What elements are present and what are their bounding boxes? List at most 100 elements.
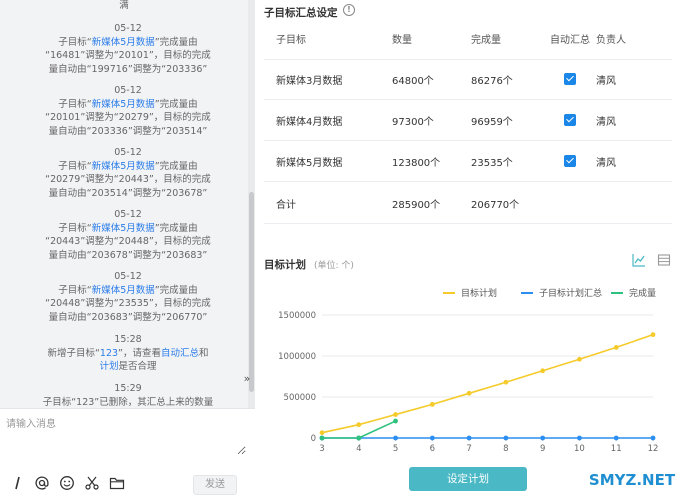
cell-qty: 64800个 [392,76,434,87]
entry-text: 子目标“ [58,98,92,110]
feed-entry: 05-12 子目标“新媒体5月数据”完成量由 “20279”调整为“20443”，目… [28,146,228,200]
entry-text: 子目标“123”已删除，其汇总上来的数量 [42,396,214,408]
plan-line-chart: 0 500000 1000000 1500000 3 4 5 6 7 8 9 10 11 12 [278,311,659,454]
table-row: 新媒体5月数据 123800个 23535个 清风 [264,141,672,182]
feed-entry-new-subgoal: 15:28 新增子目标“123”，请查看自动汇总和 计划是否合理 [28,333,228,374]
entry-text: 子目标“ [58,222,92,234]
entry-text: 量自动由“203683”调整为“206770” [48,311,208,323]
emoji-icon[interactable] [59,475,75,491]
entry-text: ”完成量由 [154,222,198,234]
cell-subgoal: 新媒体4月数据 [276,117,343,128]
entry-text: “20101”调整为“20279”，目标的完成 [45,112,211,123]
entry-text: “20448”调整为“23535”，目标的完成 [45,298,211,309]
entry-text: 量自动由“203678”调整为“203683” [48,249,208,261]
entry-text: ”完成量由 [154,284,198,296]
line-chart-view-icon[interactable] [632,253,646,267]
col-done: 完成量 [471,35,501,46]
series-point-0 [393,412,398,417]
legend-item[interactable]: 子目标计划汇总 [521,286,602,299]
auto-sum-checkbox[interactable] [564,73,576,85]
table-total-row: 合计 285900个 206770个 [264,182,672,224]
subgoal-link[interactable]: 新媒体5月数据 [92,99,155,110]
set-plan-button[interactable]: 设定计划 [409,467,527,491]
entry-text: “20279”调整为“20443”，目标的完成 [45,174,211,185]
cell-qty: 97300个 [392,117,434,128]
cell-total-qty: 285900个 [392,200,441,211]
send-button[interactable]: 发送 [193,475,237,495]
slash-command-icon[interactable] [10,475,26,491]
collapse-panel-icon[interactable]: » [240,372,254,386]
y-tick-label: 0 [311,434,316,444]
entry-time: 05-12 [114,85,142,96]
activity-feed[interactable]: 满 05-12 子目标“新媒体5月数据”完成量由 “16481”调整为“20101”… [0,0,248,408]
entry-time: 05-12 [114,209,142,220]
legend-swatch [443,291,455,294]
series-point-0 [429,401,435,407]
table-row: 新媒体3月数据 64800个 86276个 清风 [264,60,672,100]
legend-item[interactable]: 完成量 [611,286,656,299]
entry-text: 子目标“ [58,284,92,296]
scroll-thumb[interactable] [249,192,254,392]
series-point-0 [319,430,325,436]
subgoal-link[interactable]: 新媒体5月数据 [92,223,155,234]
cell-done: 23535个 [471,158,513,169]
summary-title: 子目标汇总设定 [264,7,338,19]
entry-text: 子目标“ [58,160,92,172]
series-point-1 [650,435,656,441]
cell-owner: 清风 [596,76,616,87]
y-tick-label: 1000000 [278,352,316,362]
cell-total-label: 合计 [276,200,296,211]
scissors-icon[interactable] [84,475,100,491]
series-point-0 [356,422,362,428]
info-icon[interactable]: ! [343,4,355,16]
entry-text: 量自动由“203336”调整为“203514” [48,125,208,137]
x-tick-label: 12 [648,444,659,454]
subgoal-link[interactable]: 新媒体5月数据 [92,37,155,48]
series-point-0 [540,368,546,374]
entry-time: 15:29 [114,383,142,394]
x-tick-label: 9 [540,444,545,454]
entry-text: 是否合理 [118,361,157,372]
auto-sum-checkbox[interactable] [564,114,576,126]
mention-icon[interactable] [34,475,50,491]
auto-sum-checkbox[interactable] [564,155,576,167]
series-point-1 [429,435,435,441]
auto-summary-link[interactable]: 自动汇总 [161,348,199,359]
feed-scrollbar[interactable] [248,0,255,408]
table-header: 子目标 数量 完成量 自动汇总 负责人 [264,22,672,60]
app-root: 满 05-12 子目标“新媒体5月数据”完成量由 “16481”调整为“20101”… [0,0,680,499]
col-subgoal: 子目标 [276,35,306,46]
goal-panel: 子目标汇总设定 ! 子目标 数量 完成量 自动汇总 负责人 新媒体3月数据 64… [256,0,680,499]
cell-subgoal: 新媒体5月数据 [276,158,343,169]
table-view-icon[interactable] [657,253,671,267]
folder-icon[interactable] [109,475,125,491]
cell-qty: 123800个 [392,158,441,169]
subgoal-link[interactable]: 123 [100,348,118,359]
plan-title: 目标计划 [264,259,306,271]
entry-text: 子目标“ [58,36,92,48]
entry-time: 05-12 [114,23,142,34]
legend-swatch [521,291,533,294]
legend-item[interactable]: 目标计划 [443,286,497,299]
message-input[interactable] [6,415,246,455]
series-point-1 [393,435,398,441]
feed-entry: 05-12 子目标“新媒体5月数据”完成量由 “16481”调整为“20101”，目… [28,22,228,76]
legend-swatch [611,291,623,294]
col-owner: 负责人 [596,35,626,46]
entry-text: 和 [198,347,209,359]
feed-entry: 05-12 子目标“新媒体5月数据”完成量由 “20448”调整为“23535”，目… [28,270,228,324]
series-point-1 [613,435,619,441]
y-tick-label: 500000 [284,393,316,403]
cell-total-done: 206770个 [471,200,520,211]
x-tick-label: 5 [393,444,398,454]
plan-unit: (单位: 个) [314,261,354,271]
subgoal-link[interactable]: 新媒体5月数据 [92,285,155,296]
feed-entry: 05-12 子目标“新媒体5月数据”完成量由 “20443”调整为“20448”，目… [28,208,228,262]
plan-link[interactable]: 计划 [99,361,118,372]
series-point-1 [577,435,582,441]
series-point-0 [613,344,619,350]
series-point-2 [393,418,398,424]
subgoal-link[interactable]: 新媒体5月数据 [92,161,155,172]
x-tick-label: 4 [356,444,361,454]
series-point-1 [466,435,472,441]
